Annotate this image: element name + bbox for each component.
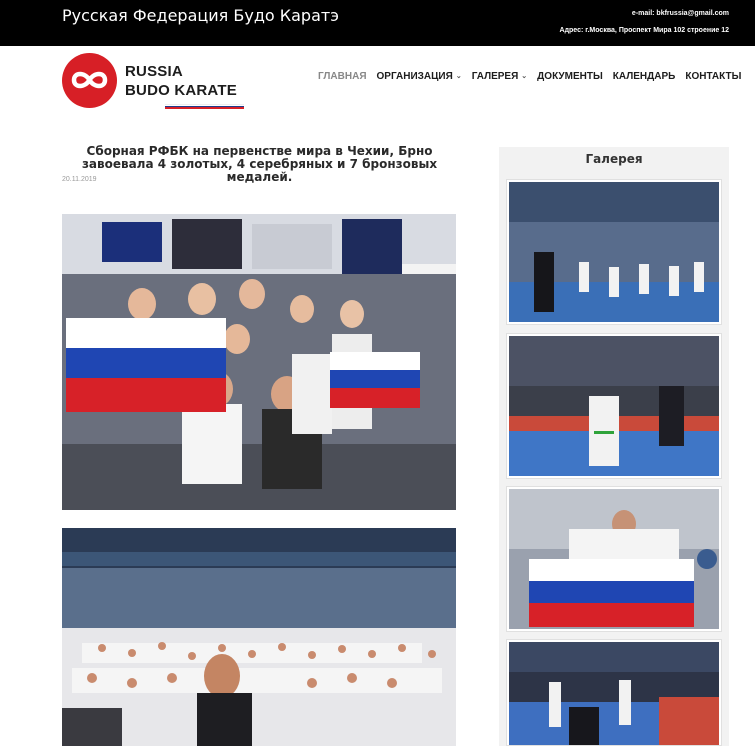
contact-email[interactable]: e-mail: bkfrussia@gmail.com: [632, 10, 729, 17]
gallery-thumb[interactable]: [506, 639, 722, 746]
nav-item-documents[interactable]: ДОКУМЕНТЫ: [537, 69, 603, 83]
top-bar: Русская Федерация Будо Каратэ e-mail: bk…: [0, 0, 755, 46]
nav-item-label: ГЛАВНАЯ: [318, 70, 367, 82]
gallery-thumb[interactable]: [506, 486, 722, 632]
gallery-thumb[interactable]: [506, 179, 722, 325]
nav-item-calendar[interactable]: КАЛЕНДАРЬ: [613, 69, 676, 83]
logo-text-line2: BUDO KARATE: [125, 82, 237, 99]
contact-address: Адрес: г.Москва, Проспект Мира 102 строе…: [559, 27, 729, 34]
nav-item-label: КОНТАКТЫ: [685, 70, 742, 82]
site-title: Русская Федерация Будо Каратэ: [62, 6, 339, 25]
arena-crowd-photo[interactable]: [62, 528, 456, 746]
chevron-down-icon: ⌄: [455, 73, 462, 80]
logo-flag-stripes: [165, 104, 244, 110]
site-logo[interactable]: RUSSIA BUDO KARATE: [62, 53, 262, 110]
logo-text-line1: RUSSIA: [125, 63, 183, 80]
team-with-flags-photo[interactable]: ETI: [62, 214, 456, 510]
logo-infinity-icon: [62, 53, 117, 108]
article-title[interactable]: Сборная РФБК на первенстве мира в Чехии,…: [62, 145, 457, 184]
gallery-thumb[interactable]: [506, 333, 722, 479]
main-nav: ГЛАВНАЯ ОРГАНИЗАЦИЯ ⌄ ГАЛЕРЕЯ ⌄ ДОКУМЕНТЫ …: [318, 69, 741, 83]
chevron-down-icon: ⌄: [521, 73, 528, 80]
site-header: RUSSIA BUDO KARATE ГЛАВНАЯ ОРГАНИЗАЦИЯ ⌄ …: [0, 46, 755, 116]
nav-item-label: ДОКУМЕНТЫ: [537, 70, 603, 82]
gallery-sidebar: Галерея: [499, 147, 729, 746]
nav-item-organization[interactable]: ОРГАНИЗАЦИЯ ⌄: [377, 69, 462, 83]
nav-item-contacts[interactable]: КОНТАКТЫ: [685, 69, 741, 83]
nav-item-label: ОРГАНИЗАЦИЯ: [376, 70, 453, 82]
nav-item-gallery[interactable]: ГАЛЕРЕЯ ⌄: [472, 69, 527, 83]
nav-item-home[interactable]: ГЛАВНАЯ: [318, 69, 367, 83]
sidebar-title: Галерея: [585, 152, 643, 166]
nav-item-label: ГАЛЕРЕЯ: [471, 70, 519, 82]
article-date: 20.11.2019: [62, 176, 97, 183]
nav-item-label: КАЛЕНДАРЬ: [612, 70, 676, 82]
